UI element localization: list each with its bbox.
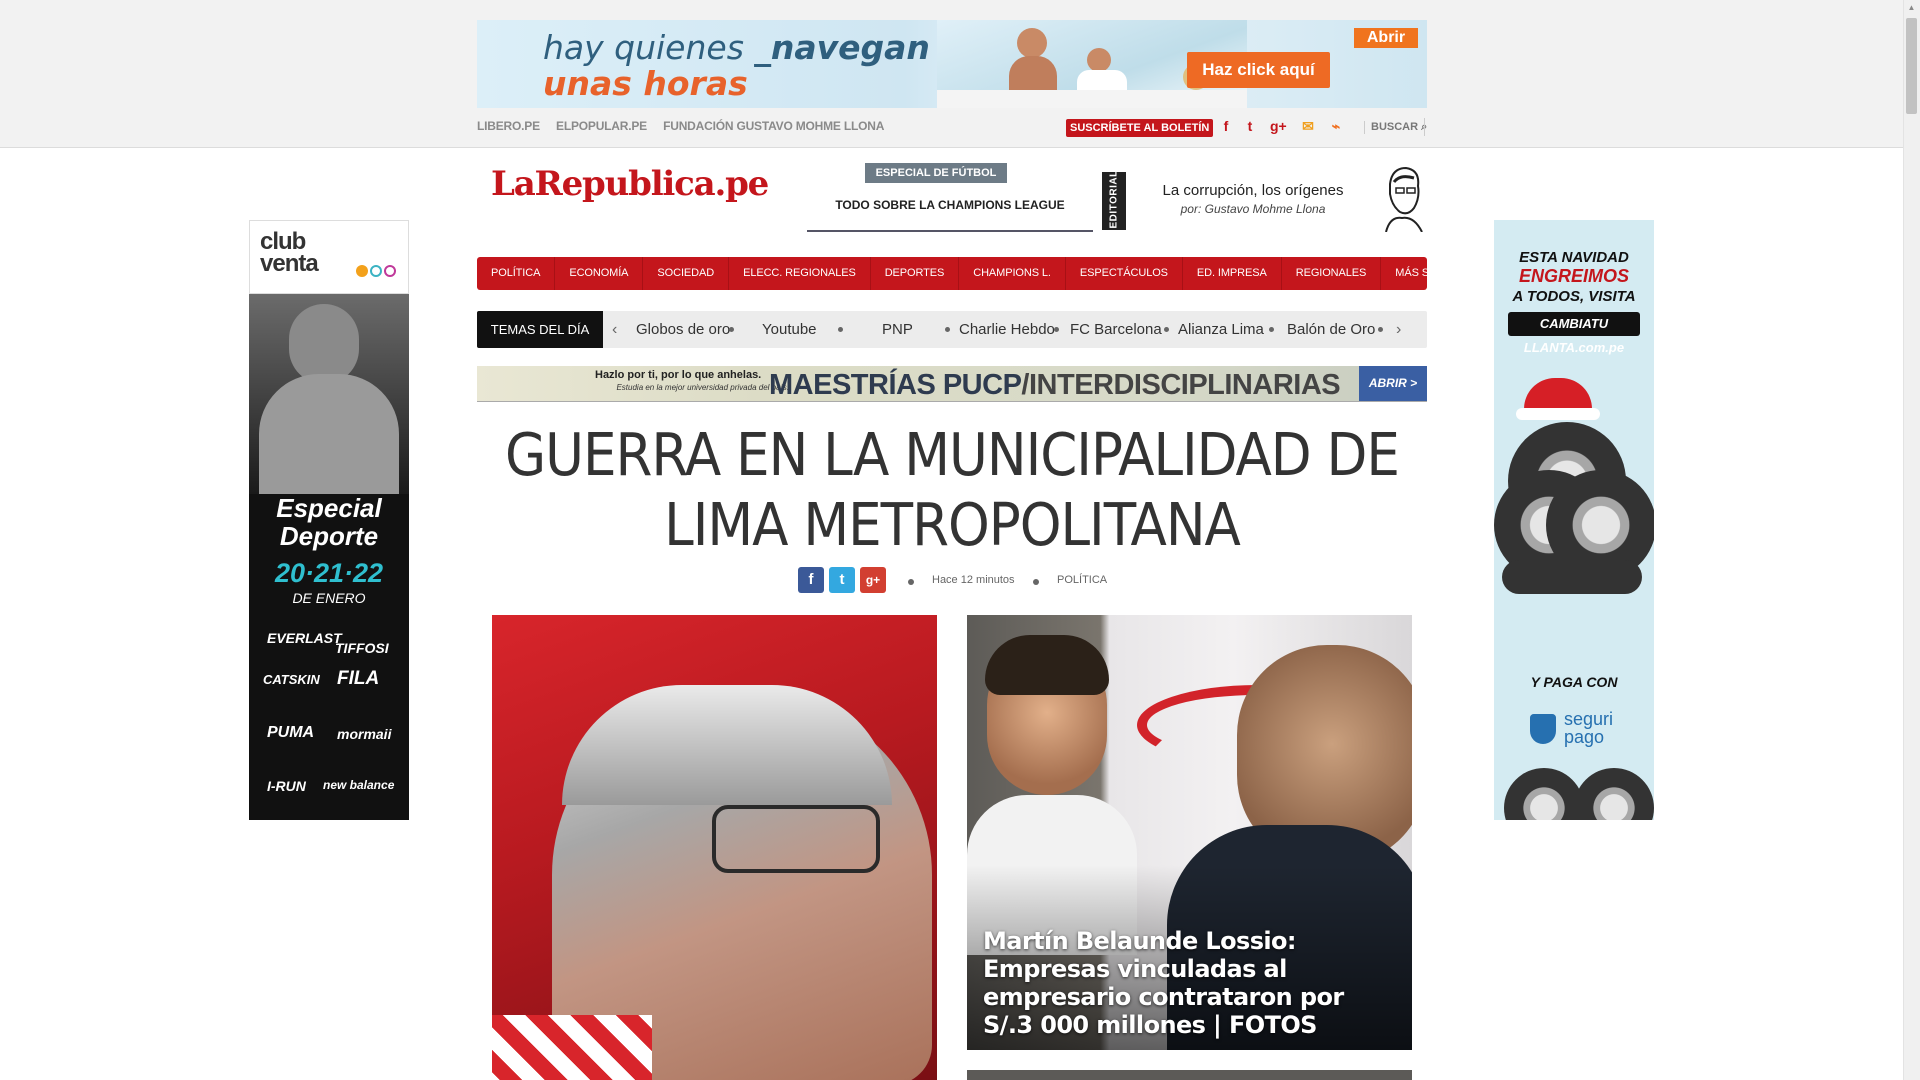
ad-line-2: unas horas <box>543 64 748 103</box>
clubventa-logo: club venta <box>249 220 409 294</box>
tire-icon <box>1504 768 1584 820</box>
divider <box>1424 118 1425 136</box>
share-twitter-icon[interactable]: t <box>829 567 855 593</box>
athlete-photo <box>249 294 409 494</box>
tire-stack-icon <box>1502 560 1642 594</box>
link-libero[interactable]: LIBERO.PE <box>477 119 540 133</box>
article-time: Hace 12 minutos <box>932 574 1015 586</box>
main-headline[interactable]: GUERRA EN LA MUNICIPALIDAD DE LIMA METRO… <box>477 420 1427 560</box>
separator-dot <box>1054 327 1059 332</box>
chevron-left-icon[interactable]: ‹ <box>612 311 617 348</box>
trending-topics-label: TEMAS DEL DÍA <box>477 311 603 348</box>
nav-sociedad[interactable]: SOCIEDAD <box>643 257 730 290</box>
googleplus-icon[interactable]: g+ <box>1270 117 1287 135</box>
story-photo[interactable]: Martín Belaunde Lossio: Empresas vincula… <box>967 615 1412 1050</box>
santa-hat-trim <box>1516 408 1600 420</box>
ad-event-title: Especial Deporte <box>276 493 382 551</box>
ad-headline: ESTA NAVIDAD ENGREIMOS A TODOS, VISITA <box>1512 249 1636 305</box>
separator-dot <box>945 327 950 332</box>
nav-espectaculos[interactable]: ESPECTÁCULOS <box>1066 257 1183 290</box>
topic-item[interactable]: Alianza Lima <box>1178 311 1264 348</box>
brand-logo: EVERLAST <box>267 630 342 646</box>
left-skyscraper-ad[interactable]: club venta Especial Deporte 20·21·22 DE EN… <box>249 220 409 820</box>
next-story-photo[interactable] <box>967 1070 1412 1080</box>
link-fundacion[interactable]: FUNDACIÓN GUSTAVO MOHME LLONA <box>663 119 884 133</box>
rss-icon[interactable]: ⌁ <box>1328 117 1344 135</box>
brand-logo: mormaii <box>337 726 392 742</box>
separator-dot <box>1164 327 1169 332</box>
editorial-tag: EDITORIAL <box>1102 170 1126 230</box>
search-button[interactable]: BUSCAR ⌕ <box>1364 121 1427 134</box>
scrollbar-thumb[interactable] <box>1906 18 1917 114</box>
subscribe-newsletter-button[interactable]: SUSCRÍBETE AL BOLETÍN <box>1066 119 1214 137</box>
shield-icon <box>1530 714 1556 744</box>
scrollbar-track[interactable] <box>1903 0 1920 1080</box>
santa-hat-icon <box>1524 378 1592 412</box>
topic-item[interactable]: PNP <box>882 311 913 348</box>
seguripago-logo: seguri pago <box>1564 709 1614 747</box>
topic-item[interactable]: Globos de oro <box>636 311 730 348</box>
separator-dot <box>1033 579 1039 585</box>
top-advertisement[interactable]: hay quienes _navegan unas horas Abrir Ha… <box>477 20 1427 108</box>
ad-event-dates: 20·21·22 <box>274 558 384 588</box>
nav-mas-secciones[interactable]: MÁS SECCIONES ⌄ <box>1381 257 1511 290</box>
mail-icon[interactable]: ✉ <box>1300 117 1316 135</box>
story-headline[interactable]: Martín Belaunde Lossio: Empresas vincula… <box>983 927 1383 1039</box>
right-skyscraper-ad[interactable]: ESTA NAVIDAD ENGREIMOS A TODOS, VISITA C… <box>1494 220 1654 820</box>
ad-cta-button[interactable]: Haz click aquí <box>1187 52 1330 88</box>
pucp-banner-ad[interactable]: Hazlo por ti, por lo que anhelas. Estudi… <box>477 366 1427 402</box>
topic-item[interactable]: Balón de Oro <box>1287 311 1375 348</box>
partner-links: LIBERO.PE ELPOPULAR.PE FUNDACIÓN GUSTAVO… <box>477 119 897 133</box>
share-googleplus-icon[interactable]: g+ <box>860 567 886 593</box>
tire-icon <box>1574 768 1654 820</box>
main-navigation: POLÍTICA ECONOMÍA SOCIEDAD ELECC. REGION… <box>477 257 1498 290</box>
share-facebook-icon[interactable]: f <box>798 567 824 593</box>
brand-logo: FILA <box>337 668 380 689</box>
nav-politica[interactable]: POLÍTICA <box>477 257 556 290</box>
brand-logo: new balance <box>323 778 395 792</box>
separator-dot <box>908 579 914 585</box>
nav-deportes[interactable]: DEPORTES <box>871 257 960 290</box>
ad-open-button[interactable]: Abrir <box>1354 28 1418 48</box>
twitter-icon[interactable]: t <box>1242 117 1258 135</box>
lead-story-photo[interactable] <box>492 615 937 1080</box>
banner-title: MAESTRÍAS PUCP/INTERDISCIPLINARIAS <box>769 369 1341 401</box>
site-logo[interactable]: LaRepublica.pe <box>491 164 769 204</box>
ad-event-month: DE ENERO <box>292 590 366 606</box>
topic-item[interactable]: Youtube <box>762 311 817 348</box>
brand-logo: I-RUN <box>267 778 306 794</box>
separator-dot <box>838 327 843 332</box>
cambiatullanta-logo: CAMBIATU LLANTA.com.pe <box>1508 312 1640 355</box>
especial-link[interactable]: TODO SOBRE LA CHAMPIONS LEAGUE <box>807 198 1093 212</box>
editorial-title[interactable]: La corrupción, los orígenes <box>1136 182 1370 199</box>
chevron-right-icon[interactable]: › <box>1396 311 1401 348</box>
article-section[interactable]: POLÍTICA <box>1057 574 1107 586</box>
link-elpopular[interactable]: ELPOPULAR.PE <box>556 119 647 133</box>
banner-tagline: Hazlo por ti, por lo que anhelas. <box>595 369 762 381</box>
editorial-author: por: Gustavo Mohme Llona <box>1180 202 1326 216</box>
especial-tag: ESPECIAL DE FÚTBOL <box>865 163 1007 183</box>
nav-elecc-regionales[interactable]: ELECC. REGIONALES <box>729 257 871 290</box>
ad-line-1: hay quienes _navegan <box>543 28 930 67</box>
scroll-up-arrow-icon[interactable]: ▲ <box>1906 3 1917 13</box>
trending-topics-bar <box>477 311 1427 348</box>
nav-economia[interactable]: ECONOMÍA <box>555 257 644 290</box>
editorial-box[interactable] <box>1102 170 1426 232</box>
facebook-icon[interactable]: f <box>1218 117 1234 135</box>
ad-pay-text: Y PAGA CON <box>1530 674 1618 690</box>
topic-item[interactable]: Charlie Hebdo <box>959 311 1055 348</box>
brand-logo: TIFFOSI <box>335 640 389 656</box>
banner-subtagline: Estudia en la mejor universidad privada … <box>616 383 789 392</box>
separator-dot <box>729 327 734 332</box>
nav-ed-impresa[interactable]: ED. IMPRESA <box>1183 257 1282 290</box>
brand-logo: CATSKIN <box>263 672 320 687</box>
nav-champions[interactable]: CHAMPIONS L. <box>959 257 1066 290</box>
author-portrait-icon <box>1385 166 1423 232</box>
nav-regionales[interactable]: REGIONALES <box>1282 257 1382 290</box>
topic-item[interactable]: FC Barcelona <box>1070 311 1162 348</box>
separator-dot <box>1378 327 1383 332</box>
separator-dot <box>1269 327 1274 332</box>
brand-logo: PUMA <box>267 724 315 741</box>
banner-open-button[interactable]: ABRIR > <box>1359 366 1427 401</box>
